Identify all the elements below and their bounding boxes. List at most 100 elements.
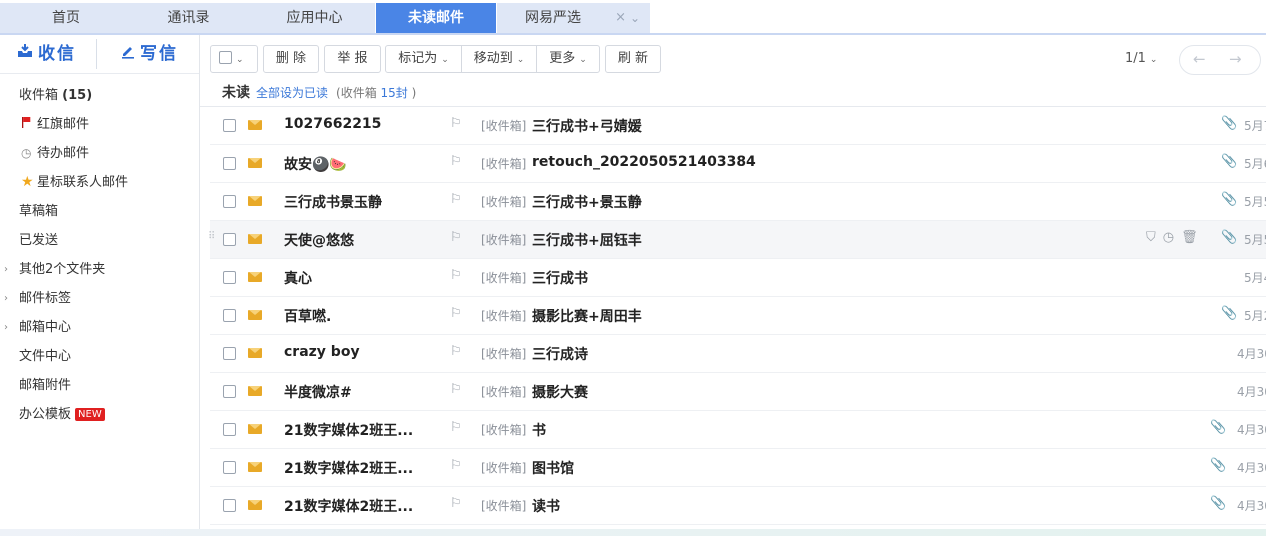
row-checkbox[interactable] bbox=[223, 195, 236, 208]
tab-netease-yanxuan[interactable]: 网易严选 × ⌄ bbox=[497, 3, 650, 33]
chevron-right-icon[interactable]: › bbox=[4, 313, 8, 342]
report-button[interactable]: 举 报 bbox=[324, 45, 381, 73]
email-subject[interactable]: 三行成书+弓婧媛 bbox=[532, 116, 642, 136]
email-sender[interactable]: crazy boy bbox=[284, 344, 434, 360]
tab-contacts[interactable]: 通讯录 bbox=[123, 3, 254, 33]
row-actions: ⛉ ◷ 🗑 bbox=[1146, 230, 1205, 245]
flag-icon[interactable]: ⚐ bbox=[450, 344, 462, 359]
next-page-icon[interactable]: → bbox=[1229, 50, 1242, 68]
mark-as-dropdown[interactable]: 标记为 ⌄ bbox=[386, 46, 462, 72]
meta-count-link[interactable]: 15封 bbox=[381, 86, 408, 100]
tab-app-center[interactable]: 应用中心 bbox=[254, 3, 375, 33]
sidebar-item-mail-tags[interactable]: › 邮件标签 bbox=[0, 284, 199, 313]
email-sender[interactable]: 1027662215 bbox=[284, 116, 434, 132]
row-checkbox[interactable] bbox=[223, 157, 236, 170]
flag-icon[interactable]: ⚐ bbox=[450, 496, 462, 511]
select-all-dropdown[interactable]: ⌄ bbox=[210, 45, 258, 73]
row-checkbox[interactable] bbox=[223, 347, 236, 360]
flag-icon[interactable]: ⚐ bbox=[450, 420, 462, 435]
chevron-down-icon[interactable]: ⌄ bbox=[630, 3, 646, 33]
table-row[interactable]: 半度微凉# ⚐ [收件箱] 摄影大赛 4月30 bbox=[210, 373, 1266, 411]
sidebar-item-drafts[interactable]: 草稿箱 bbox=[0, 197, 199, 226]
row-checkbox[interactable] bbox=[223, 233, 236, 246]
flag-icon[interactable]: ⚐ bbox=[450, 230, 462, 245]
row-checkbox[interactable] bbox=[223, 271, 236, 284]
flag-icon[interactable]: ⚐ bbox=[450, 154, 462, 169]
email-sender[interactable]: 三行成书景玉静 bbox=[284, 192, 434, 212]
sidebar-item-sent[interactable]: 已发送 bbox=[0, 226, 199, 255]
table-row[interactable]: ⠿ 天使@悠悠 ⚐ [收件箱] 三行成书+屈钰丰 ⛉ ◷ 🗑 📎 5月5 bbox=[208, 221, 1266, 259]
more-dropdown[interactable]: 更多 ⌄ bbox=[537, 46, 599, 72]
email-sender[interactable]: 真心 bbox=[284, 268, 434, 288]
email-subject[interactable]: 三行成书 bbox=[532, 268, 588, 288]
row-checkbox[interactable] bbox=[223, 309, 236, 322]
email-subject[interactable]: retouch_2022050521403384 bbox=[532, 154, 756, 170]
email-subject[interactable]: 图书馆 bbox=[532, 458, 574, 478]
flag-icon[interactable]: ⚐ bbox=[450, 458, 462, 473]
flag-icon[interactable]: ⚐ bbox=[450, 268, 462, 283]
trash-icon[interactable]: 🗑 bbox=[1181, 230, 1198, 245]
chevron-right-icon[interactable]: › bbox=[4, 255, 8, 284]
delete-button[interactable]: 删 除 bbox=[263, 45, 319, 73]
chevron-right-icon[interactable]: › bbox=[4, 284, 8, 313]
tab-home[interactable]: 首页 bbox=[0, 3, 132, 33]
email-subject[interactable]: 读书 bbox=[532, 496, 560, 516]
email-sender[interactable]: 21数字媒体2班王... bbox=[284, 420, 434, 440]
sidebar-item-flagged[interactable]: 红旗邮件 bbox=[0, 110, 199, 139]
sidebar-item-attachments[interactable]: 邮箱附件 bbox=[0, 371, 199, 400]
sidebar-item-office-templates[interactable]: 办公模板 NEW bbox=[0, 400, 199, 429]
row-checkbox[interactable] bbox=[223, 423, 236, 436]
email-sender[interactable]: 半度微凉# bbox=[284, 382, 434, 402]
row-checkbox[interactable] bbox=[223, 385, 236, 398]
email-sender[interactable]: 故安🎱🍉 bbox=[284, 154, 434, 174]
table-row[interactable]: 故安🎱🍉 ⚐ [收件箱] retouch_2022050521403384 📎 5月6 bbox=[210, 145, 1266, 183]
page-selector[interactable]: 1/1 ⌄ bbox=[1125, 51, 1157, 66]
email-sender[interactable]: 21数字媒体2班王... bbox=[284, 496, 434, 516]
drag-handle-icon[interactable]: ⠿ bbox=[208, 231, 215, 242]
table-row[interactable]: 百草嘫. ⚐ [收件箱] 摄影比赛+周田丰 📎 5月2 bbox=[210, 297, 1266, 335]
sidebar-item-starred-contacts[interactable]: ★ 星标联系人邮件 bbox=[0, 168, 199, 197]
flag-icon[interactable]: ⚐ bbox=[450, 116, 462, 131]
email-sender[interactable]: 21数字媒体2班王... bbox=[284, 458, 434, 478]
sidebar-item-mailbox-center[interactable]: › 邮箱中心 bbox=[0, 313, 199, 342]
email-sender[interactable]: 百草嘫. bbox=[284, 306, 434, 326]
prev-page-icon[interactable]: ← bbox=[1193, 50, 1206, 68]
email-subject[interactable]: 三行成书+景玉静 bbox=[532, 192, 642, 212]
move-to-dropdown[interactable]: 移动到 ⌄ bbox=[462, 46, 537, 72]
email-subject[interactable]: 摄影大赛 bbox=[532, 382, 588, 402]
sidebar-item-other-folders[interactable]: › 其他2个文件夹 bbox=[0, 255, 199, 284]
flag-icon[interactable]: ⚐ bbox=[450, 192, 462, 207]
table-row[interactable]: 21数字媒体2班王... ⚐ [收件箱] 读书 📎 4月30 bbox=[210, 487, 1266, 525]
email-subject[interactable]: 书 bbox=[532, 420, 546, 440]
close-icon[interactable]: × bbox=[615, 3, 626, 33]
receive-button[interactable]: 收信 bbox=[16, 35, 76, 73]
mark-all-read-link[interactable]: 全部设为已读 bbox=[256, 86, 328, 100]
row-checkbox[interactable] bbox=[223, 119, 236, 132]
select-all-checkbox[interactable] bbox=[219, 51, 232, 64]
table-row[interactable]: 三行成书景玉静 ⚐ [收件箱] 三行成书+景玉静 📎 5月5 bbox=[210, 183, 1266, 221]
table-row[interactable]: 真心 ⚐ [收件箱] 三行成书 5月4 bbox=[210, 259, 1266, 297]
table-row[interactable]: 21数字媒体2班王... ⚐ [收件箱] 书 📎 4月30 bbox=[210, 411, 1266, 449]
row-checkbox[interactable] bbox=[223, 461, 236, 474]
email-folder: [收件箱] bbox=[481, 385, 527, 399]
tab-label: 首页 bbox=[52, 10, 80, 26]
flag-icon[interactable]: ⚐ bbox=[450, 382, 462, 397]
sidebar-item-inbox[interactable]: 收件箱 (15) bbox=[0, 81, 199, 110]
bookmark-icon[interactable]: ⛉ bbox=[1146, 230, 1156, 245]
refresh-button[interactable]: 刷 新 bbox=[605, 45, 661, 73]
row-checkbox[interactable] bbox=[223, 499, 236, 512]
compose-button[interactable]: 写信 bbox=[120, 35, 178, 73]
clock-icon[interactable]: ◷ bbox=[1163, 230, 1174, 245]
email-subject[interactable]: 摄影比赛+周田丰 bbox=[532, 306, 642, 326]
email-sender[interactable]: 天使@悠悠 bbox=[284, 230, 434, 250]
email-subject[interactable]: 三行成诗 bbox=[532, 344, 588, 364]
sidebar-item-todo[interactable]: ◷ 待办邮件 bbox=[0, 139, 199, 168]
sidebar-item-file-center[interactable]: 文件中心 bbox=[0, 342, 199, 371]
email-subject[interactable]: 三行成书+屈钰丰 bbox=[532, 230, 642, 250]
flag-icon[interactable]: ⚐ bbox=[450, 306, 462, 321]
table-row[interactable]: 1027662215 ⚐ [收件箱] 三行成书+弓婧媛 📎 5月7 bbox=[210, 107, 1266, 145]
tab-unread-mail[interactable]: 未读邮件 bbox=[376, 3, 496, 33]
sidebar-item-label: 邮箱中心 bbox=[19, 320, 72, 335]
table-row[interactable]: crazy boy ⚐ [收件箱] 三行成诗 4月30 bbox=[210, 335, 1266, 373]
table-row[interactable]: 21数字媒体2班王... ⚐ [收件箱] 图书馆 📎 4月30 bbox=[210, 449, 1266, 487]
